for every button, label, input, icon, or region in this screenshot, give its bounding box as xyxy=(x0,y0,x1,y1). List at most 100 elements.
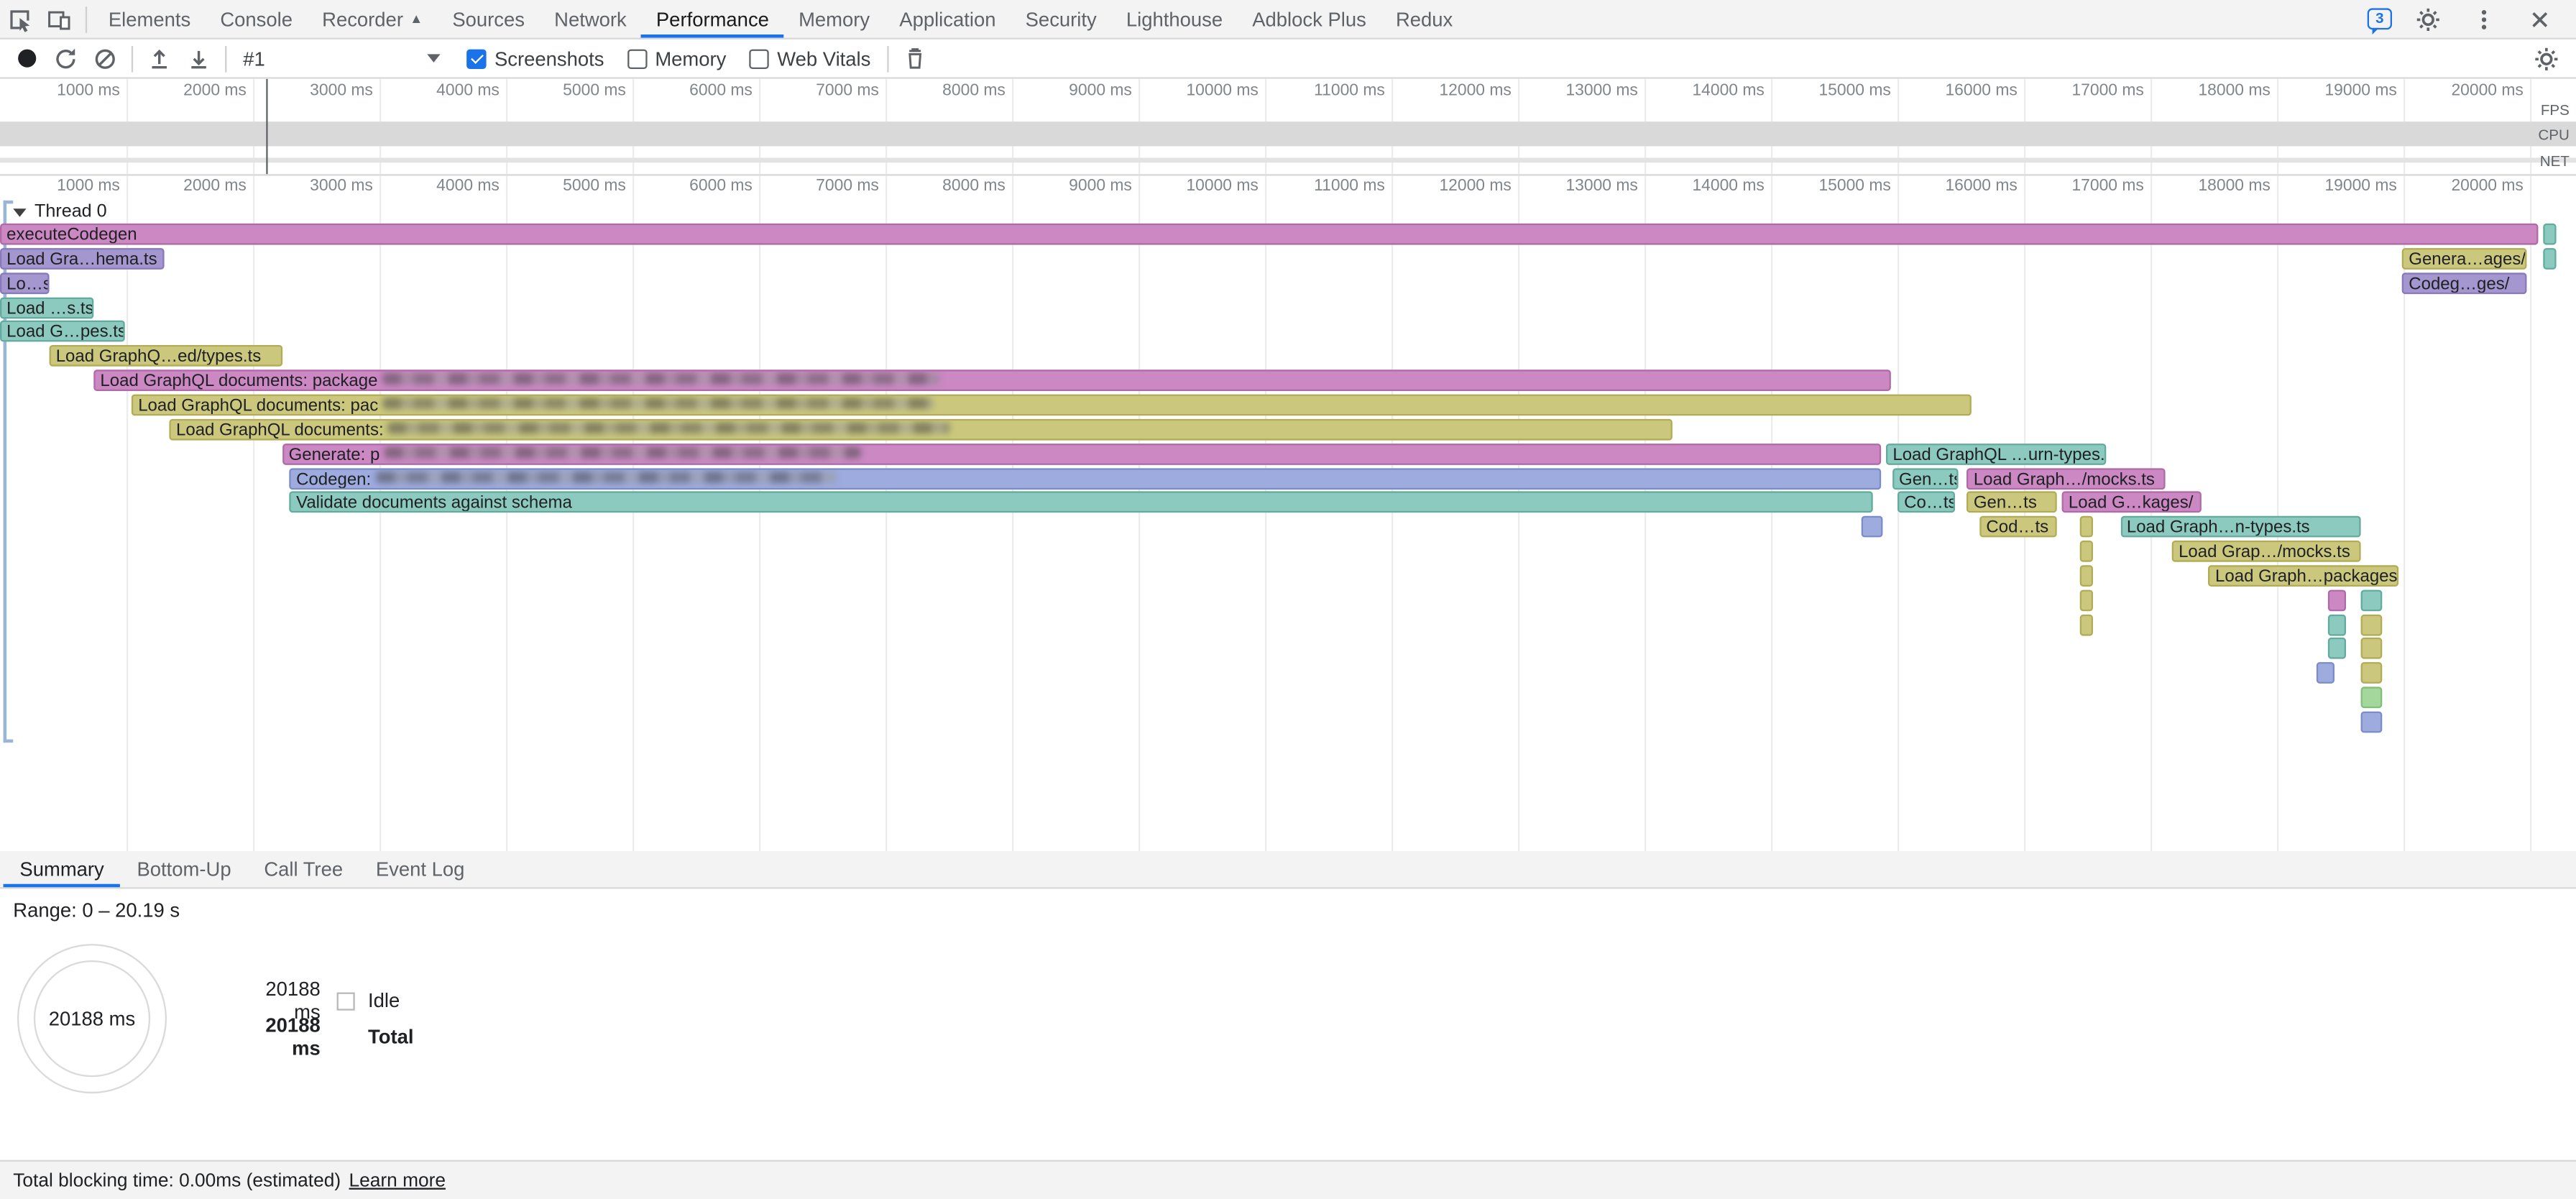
details-tab-summary[interactable]: Summary xyxy=(4,851,121,887)
devtools-tab-console[interactable]: Console xyxy=(206,0,308,38)
details-tab-bottom-up[interactable]: Bottom-Up xyxy=(121,851,248,887)
tick-label: 11000 ms xyxy=(1314,178,1392,196)
flame-bar[interactable] xyxy=(2327,615,2346,636)
tick-label: 5000 ms xyxy=(563,178,632,196)
details-tab-call-tree[interactable]: Call Tree xyxy=(247,851,359,887)
tab-label: Event Log xyxy=(376,858,465,881)
tick-label: 18000 ms xyxy=(2198,178,2277,196)
delete-recording-button[interactable] xyxy=(896,40,935,78)
flame-bar-load-graphql-urn-types-ts[interactable]: Load GraphQL …urn-types.ts xyxy=(1886,444,2106,465)
tick-label: 16000 ms xyxy=(1945,178,2024,196)
toolbar-divider xyxy=(132,45,133,72)
close-devtools-button[interactable] xyxy=(2520,0,2559,38)
inspect-element-button[interactable] xyxy=(0,0,40,38)
messages-badge[interactable]: 3 xyxy=(2368,8,2392,29)
more-options-button[interactable] xyxy=(2465,0,2504,38)
devtools-tab-application[interactable]: Application xyxy=(885,0,1011,38)
flame-bar[interactable] xyxy=(2079,541,2092,562)
toolbar-divider xyxy=(225,45,226,72)
checkbox-box[interactable] xyxy=(627,48,646,68)
tick-label: 17000 ms xyxy=(2071,178,2150,196)
flame-bar[interactable] xyxy=(2360,590,2382,612)
flame-bar-load-g-pes-ts[interactable]: Load G…pes.ts xyxy=(0,321,125,342)
clear-recording-button[interactable] xyxy=(86,40,125,78)
device-toolbar-button[interactable] xyxy=(40,0,79,38)
flame-bar-co-ts[interactable]: Co…ts xyxy=(1898,491,1954,513)
flame-bar-load-graphql-documents[interactable]: Load GraphQL documents: xyxy=(170,419,1673,441)
flame-bar-cod-ts[interactable]: Cod…ts xyxy=(1979,516,2056,538)
devtools-tab-elements[interactable]: Elements xyxy=(93,0,205,38)
chart-ruler: 1000 ms2000 ms3000 ms4000 ms5000 ms6000 … xyxy=(0,176,2576,199)
bar-label: Genera…ages/ xyxy=(2409,249,2526,269)
load-profile-button[interactable] xyxy=(139,40,179,78)
flame-bar-load-graph-packages[interactable]: Load Graph…packages/ xyxy=(2209,565,2398,587)
history-select[interactable]: #1 xyxy=(234,42,451,75)
tab-label: Application xyxy=(899,7,995,30)
devtools-tab-adblock-plus[interactable]: Adblock Plus xyxy=(1238,0,1381,38)
checkbox-box[interactable] xyxy=(749,48,768,68)
flame-bar[interactable] xyxy=(1862,516,1882,538)
flame-bar-load-grap-mocks-ts[interactable]: Load Grap…/mocks.ts xyxy=(2172,541,2360,562)
checkbox-screenshots[interactable]: Screenshots xyxy=(466,47,604,70)
tab-label: Recorder xyxy=(322,7,403,30)
gear-icon xyxy=(2534,45,2560,72)
checkbox-memory[interactable]: Memory xyxy=(627,47,726,70)
flame-bar-load-graph-n-types-ts[interactable]: Load Graph…n-types.ts xyxy=(2120,516,2360,538)
tick-label: 12000 ms xyxy=(1439,178,1518,196)
devtools-tab-recorder[interactable]: Recorder xyxy=(308,0,438,38)
flame-bar-load-graphq-ed-types-ts[interactable]: Load GraphQ…ed/types.ts xyxy=(50,345,282,367)
flame-bar[interactable] xyxy=(2360,662,2382,684)
flame-bar-codeg-ges[interactable]: Codeg…ges/ xyxy=(2402,272,2527,294)
devtools-tab-security[interactable]: Security xyxy=(1011,0,1111,38)
flame-bar-load-gra-hema-ts[interactable]: Load Gra…hema.ts xyxy=(0,248,165,270)
capture-settings-button[interactable] xyxy=(2526,40,2566,78)
flame-bar[interactable] xyxy=(2327,638,2346,659)
settings-button[interactable] xyxy=(2409,0,2448,38)
tab-label: Network xyxy=(554,7,627,30)
devtools-tab-performance[interactable]: Performance xyxy=(641,0,783,38)
flame-bar[interactable] xyxy=(2360,638,2382,659)
flame-bar-load-graphql-documents-package[interactable]: Load GraphQL documents: package xyxy=(93,369,1891,391)
reload-and-record-button[interactable] xyxy=(46,40,86,78)
donut-total-value: 20188 ms xyxy=(13,940,170,1097)
devtools-tab-sources[interactable]: Sources xyxy=(438,0,540,38)
flame-bar[interactable] xyxy=(2360,615,2382,636)
flame-bar[interactable] xyxy=(2327,590,2346,612)
flame-bar[interactable] xyxy=(2079,590,2092,612)
devtools-tab-network[interactable]: Network xyxy=(540,0,642,38)
checkbox-box[interactable] xyxy=(466,48,486,68)
save-profile-button[interactable] xyxy=(179,40,218,78)
flame-bar-gen-ts[interactable]: Gen…ts xyxy=(1967,491,2057,513)
flame-bar-load-graph-mocks-ts[interactable]: Load Graph…/mocks.ts xyxy=(1967,468,2166,490)
flame-bar-validate-documents-against-schema[interactable]: Validate documents against schema xyxy=(290,491,1872,513)
flame-bar[interactable] xyxy=(2317,662,2335,684)
tab-label: Security xyxy=(1026,7,1097,30)
devtools-tab-memory[interactable]: Memory xyxy=(783,0,884,38)
flame-bar[interactable] xyxy=(2543,224,2556,245)
flame-bar-generate-p[interactable]: Generate: p xyxy=(282,444,1881,465)
download-icon xyxy=(185,45,212,72)
flame-bar-load-s-ts[interactable]: Load …s.ts xyxy=(0,298,93,319)
flame-bar-load-graphql-documents-pac[interactable]: Load GraphQL documents: pac xyxy=(132,395,1971,416)
flame-bar-load-g-kages[interactable]: Load G…kages/ xyxy=(2062,491,2202,513)
flame-bar-executecodegen[interactable]: executeCodegen xyxy=(0,224,2538,245)
learn-more-link[interactable]: Learn more xyxy=(349,1171,446,1190)
flame-bar[interactable] xyxy=(2079,516,2092,538)
checkbox-web-vitals[interactable]: Web Vitals xyxy=(749,47,870,70)
timeline-overview[interactable]: 1000 ms2000 ms3000 ms4000 ms5000 ms6000 … xyxy=(0,79,2576,176)
flame-bar-codegen[interactable]: Codegen: xyxy=(290,468,1881,490)
record-button[interactable] xyxy=(6,40,46,78)
flame-bar[interactable] xyxy=(2360,712,2382,733)
flame-bar[interactable] xyxy=(2079,565,2092,587)
flame-bar[interactable] xyxy=(2079,615,2092,636)
devtools-tab-redux[interactable]: Redux xyxy=(1381,0,1467,38)
flame-bar-gen-ts[interactable]: Gen…ts xyxy=(1892,468,1958,490)
flame-bar[interactable] xyxy=(2360,686,2382,708)
flame-bar-genera-ages[interactable]: Genera…ages/ xyxy=(2402,248,2527,270)
flame-chart[interactable]: 1000 ms2000 ms3000 ms4000 ms5000 ms6000 … xyxy=(0,176,2576,851)
flame-bar[interactable] xyxy=(2543,248,2556,270)
details-tab-event-log[interactable]: Event Log xyxy=(359,851,481,887)
devtools-tab-lighthouse[interactable]: Lighthouse xyxy=(1111,0,1237,38)
flame-bar-lo-s[interactable]: Lo…s xyxy=(0,272,50,294)
bar-label: Load GraphQL …urn-types.ts xyxy=(1892,445,2106,464)
